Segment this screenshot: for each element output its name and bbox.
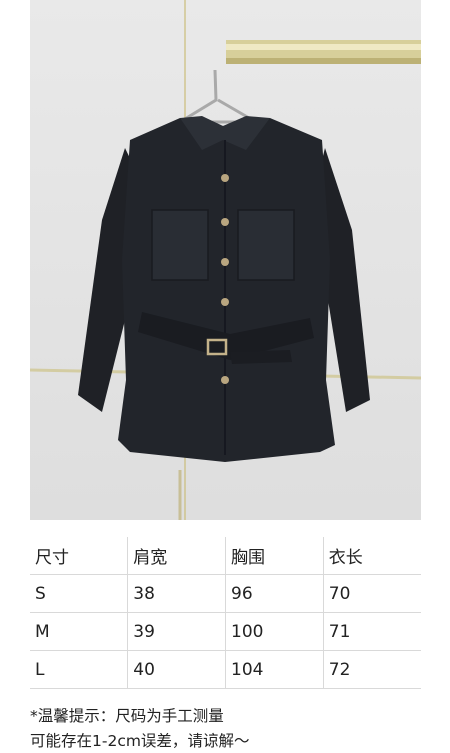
jacket-illustration bbox=[30, 0, 421, 520]
header-cell: 肩宽 bbox=[127, 537, 226, 575]
table-cell: M bbox=[30, 612, 129, 651]
table-cell: 96 bbox=[225, 574, 324, 613]
product-photo bbox=[30, 0, 421, 520]
table-cell: 39 bbox=[127, 612, 226, 651]
measurement-error-note: 可能存在1-2cm误差，请谅解～ bbox=[30, 732, 250, 750]
table-cell: 72 bbox=[322, 650, 421, 689]
table-cell: 100 bbox=[225, 612, 324, 651]
header-cell: 尺寸 bbox=[30, 537, 129, 575]
table-cell: 40 bbox=[127, 650, 226, 689]
table-header-row: 尺寸 肩宽 胸围 衣长 bbox=[30, 537, 421, 575]
table-row: M 39 100 71 bbox=[30, 612, 421, 651]
measurement-note: *温馨提示：尺码为手工测量 bbox=[30, 707, 224, 725]
table-row: L 40 104 72 bbox=[30, 650, 421, 689]
header-cell: 衣长 bbox=[322, 537, 421, 575]
table-cell: 38 bbox=[127, 574, 226, 613]
table-row: S 38 96 70 bbox=[30, 574, 421, 613]
table-cell: 70 bbox=[322, 574, 421, 613]
table-cell: S bbox=[30, 574, 129, 613]
table-cell: 71 bbox=[322, 612, 421, 651]
table-cell: 104 bbox=[225, 650, 324, 689]
size-table: 尺寸 肩宽 胸围 衣长 S 38 96 70 M 39 100 71 L 40 … bbox=[30, 537, 421, 689]
table-cell: L bbox=[30, 650, 129, 689]
header-cell: 胸围 bbox=[225, 537, 324, 575]
